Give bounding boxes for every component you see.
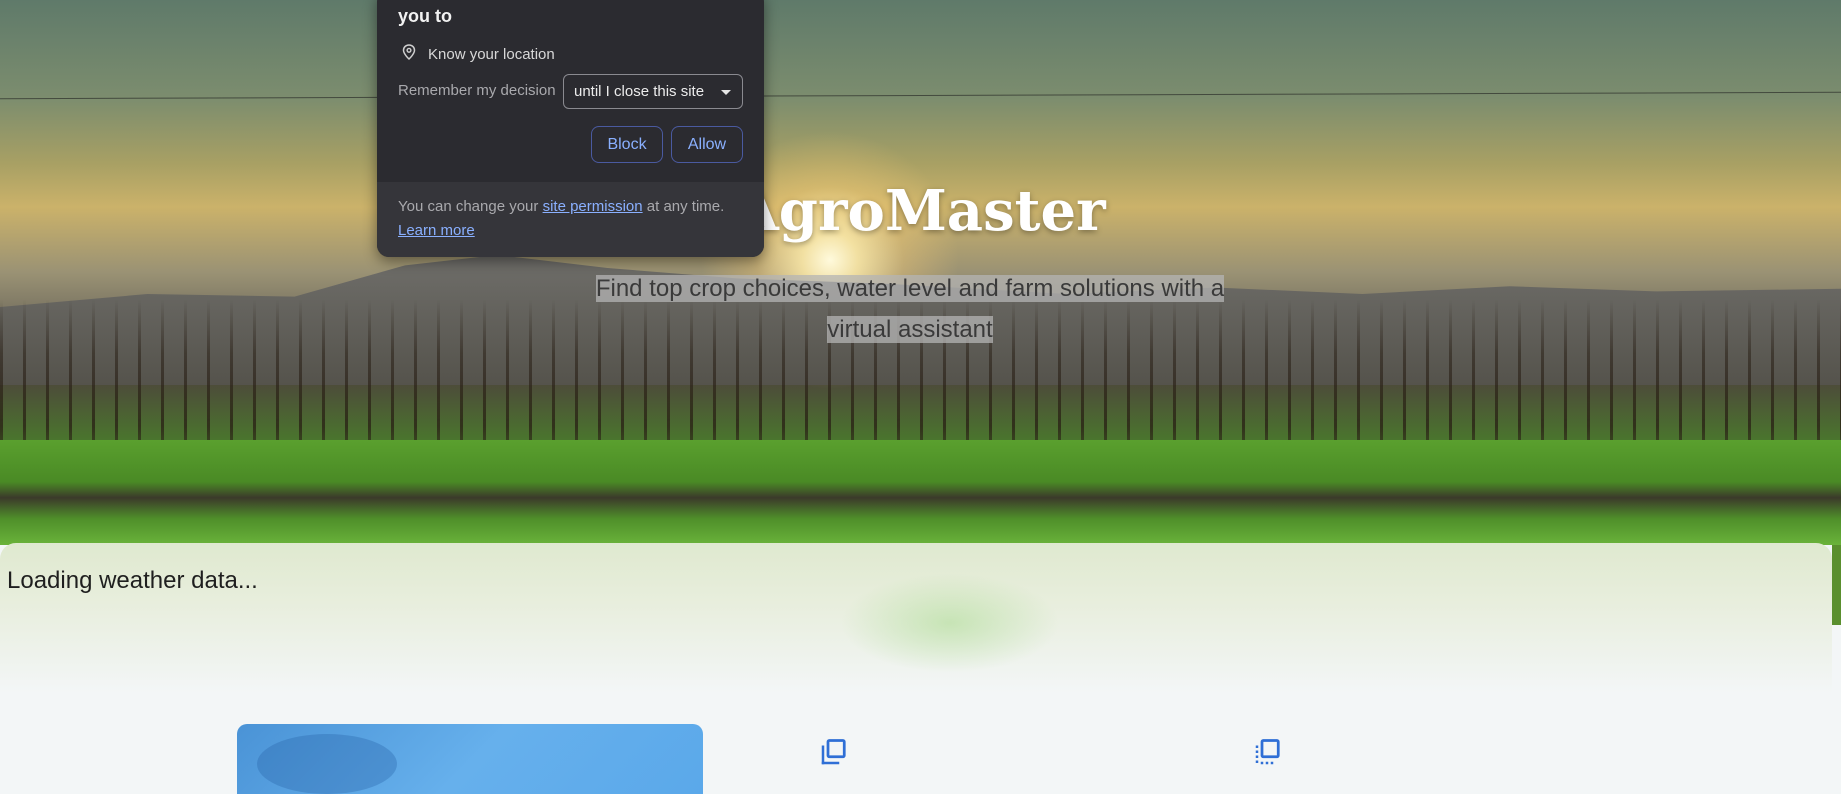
power-line <box>0 91 1841 100</box>
background-edge <box>1832 545 1841 625</box>
hero-subtitle: Find top crop choices, water level and f… <box>580 268 1240 350</box>
remember-label: Remember my decision <box>398 82 556 99</box>
caret-down-icon <box>721 90 731 95</box>
remember-duration-value: until I close this site <box>574 83 705 100</box>
weather-status: Loading weather data... <box>7 567 258 594</box>
image-shape <box>257 734 397 794</box>
feature-card-image[interactable] <box>237 724 703 794</box>
remember-duration-select[interactable]: until I close this site <box>563 74 743 109</box>
hero-title: AgroMaster <box>735 178 1106 244</box>
hero-banner: AgroMaster Find top crop choices, water … <box>0 0 1841 545</box>
hero-subtitle-line2: virtual assistant <box>827 316 993 343</box>
copy-icon <box>818 738 848 768</box>
footer-suffix: at any time. <box>646 198 725 215</box>
footer-prefix: You can change your <box>398 198 539 215</box>
weather-section: Loading weather data... <box>0 543 1832 693</box>
permission-label: Know your location <box>428 45 555 63</box>
dashed-copy-icon <box>1252 738 1282 768</box>
location-pin-icon <box>402 44 428 64</box>
allow-button[interactable]: Allow <box>671 126 743 163</box>
green-field <box>0 440 1841 545</box>
learn-more-link[interactable]: Learn more <box>398 222 475 239</box>
permission-row: Know your location <box>402 44 555 64</box>
weather-glow <box>840 573 1060 673</box>
popup-footer: You can change your site permission at a… <box>377 182 764 257</box>
location-permission-popup: you to Know your location Remember my de… <box>377 0 764 257</box>
hero-subtitle-line1: Find top crop choices, water level and f… <box>595 275 1225 302</box>
popup-title: you to <box>398 6 452 26</box>
site-permission-link[interactable]: site permission <box>543 198 643 215</box>
block-button[interactable]: Block <box>591 126 663 163</box>
